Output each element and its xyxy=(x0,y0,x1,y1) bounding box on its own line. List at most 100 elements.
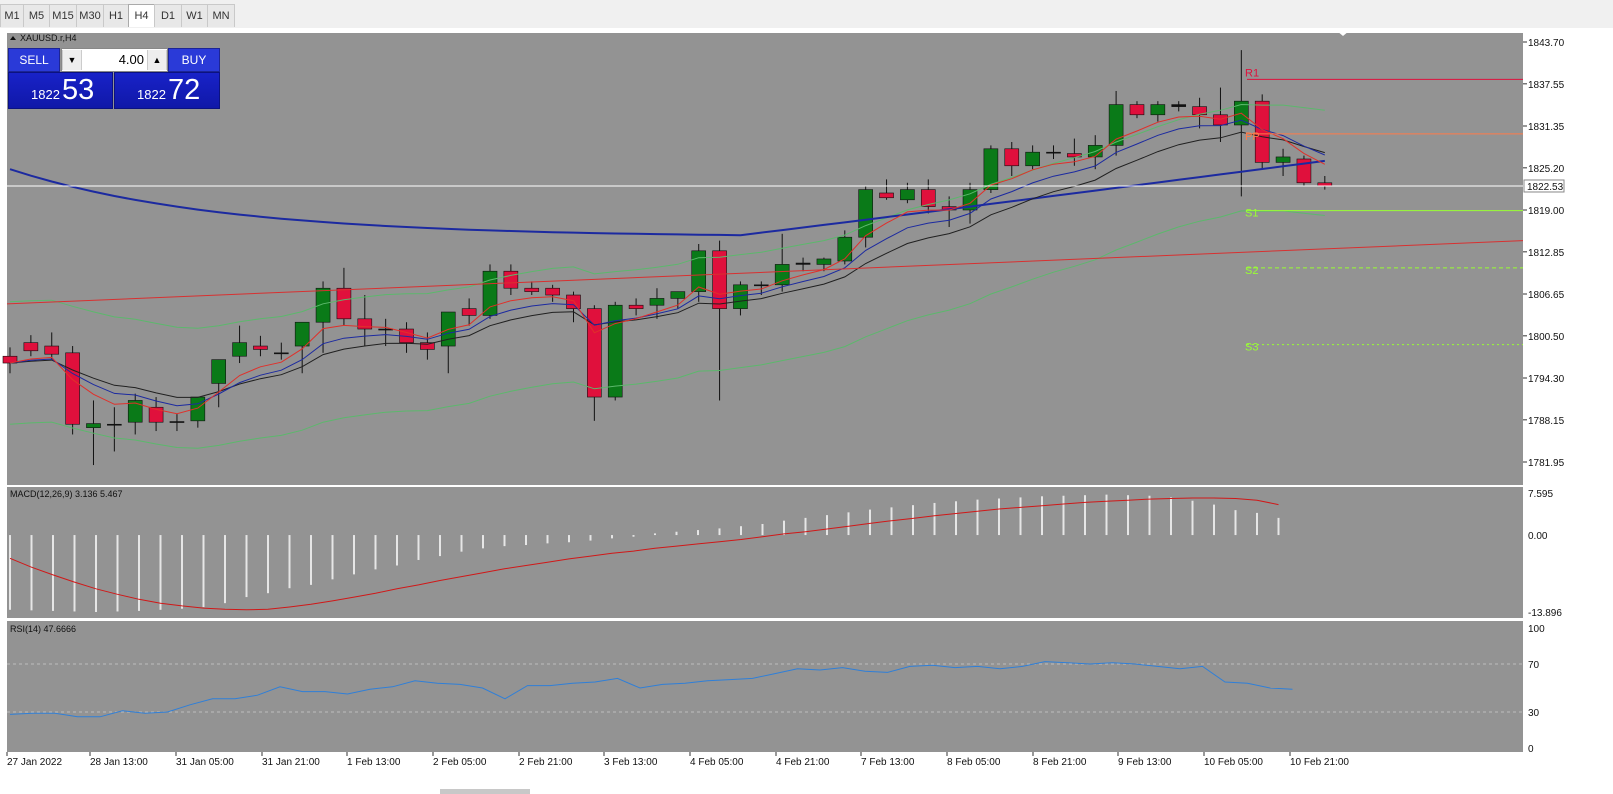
rsi-pane-bg xyxy=(7,621,1523,752)
pivot-label-s3: S3 xyxy=(1245,342,1258,354)
time-axis-label: 31 Jan 05:00 xyxy=(176,757,234,768)
price-axis-label: 1819.00 xyxy=(1528,206,1565,217)
candle-body xyxy=(670,291,686,299)
candle-body xyxy=(879,192,894,199)
candle-body xyxy=(837,236,853,262)
time-axis-label: 27 Jan 2022 xyxy=(7,757,62,768)
price-axis-label: 1788.15 xyxy=(1528,416,1565,427)
candle-body xyxy=(628,304,644,309)
sell-button[interactable]: SELL xyxy=(8,48,60,72)
chart-symbol-label: XAUUSD.r,H4 xyxy=(20,33,77,43)
rsi-axis-label: 0 xyxy=(1528,744,1534,755)
rsi-axis-label: 30 xyxy=(1528,708,1540,719)
time-axis-label: 7 Feb 13:00 xyxy=(861,757,915,768)
timeframe-toolbar: M1 M5 M15 M30 H1 H4 D1 W1 MN xyxy=(0,0,1613,29)
candle-body xyxy=(858,189,873,238)
horizontal-scrollbar[interactable] xyxy=(440,789,530,794)
time-axis-label: 3 Feb 13:00 xyxy=(604,757,658,768)
candle-body xyxy=(378,328,393,331)
candle-body xyxy=(357,318,373,330)
candle-body xyxy=(211,359,226,384)
timeframe-tab-h4[interactable]: H4 xyxy=(128,4,155,27)
lot-size-input[interactable] xyxy=(82,50,144,68)
timeframe-tab-m15[interactable]: M15 xyxy=(49,4,77,27)
time-axis-label: 31 Jan 21:00 xyxy=(262,757,320,768)
candle-body xyxy=(253,345,268,350)
timeframe-tab-h1[interactable]: H1 xyxy=(103,4,129,27)
current-price-label: 1822.53 xyxy=(1527,182,1564,193)
candle-body xyxy=(774,264,790,286)
candle-body xyxy=(795,262,811,265)
candle-body xyxy=(65,352,80,425)
candle-body xyxy=(1213,114,1228,126)
sell-price-box[interactable]: 1822 53 xyxy=(8,72,113,109)
timeframe-tab-d1[interactable]: D1 xyxy=(154,4,182,27)
candle-body xyxy=(1129,104,1145,116)
timeframe-tab-m5[interactable]: M5 xyxy=(23,4,50,27)
candle-body xyxy=(232,342,247,357)
time-axis-label: 8 Feb 05:00 xyxy=(947,757,1001,768)
buy-price-pips: 72 xyxy=(168,74,201,106)
price-axis-label: 1812.85 xyxy=(1528,248,1565,259)
price-axis-label: 1806.65 xyxy=(1528,290,1565,301)
candle-body xyxy=(1275,156,1291,163)
candle-body xyxy=(336,287,352,320)
candle-body xyxy=(1004,148,1020,167)
macd-label: MACD(12,26,9) 3.136 5.467 xyxy=(10,489,123,499)
candle-body xyxy=(503,270,519,289)
candle-body xyxy=(712,250,727,309)
pivot-label-s1: S1 xyxy=(1245,208,1258,220)
timeframe-tab-w1[interactable]: W1 xyxy=(181,4,208,27)
rsi-axis-label: 70 xyxy=(1528,660,1540,671)
candle-body xyxy=(607,304,623,398)
lot-increase-button[interactable]: ▲ xyxy=(147,50,167,70)
candle-body xyxy=(44,345,60,355)
candle-body xyxy=(691,250,707,292)
lot-decrease-button[interactable]: ▼ xyxy=(62,50,82,70)
candle-body xyxy=(1025,151,1040,167)
macd-axis-label: -13.896 xyxy=(1528,608,1562,619)
candle-body xyxy=(482,270,498,316)
time-axis-label: 4 Feb 05:00 xyxy=(690,757,744,768)
sell-price-prefix: 1822 xyxy=(31,87,60,102)
candle-body xyxy=(23,342,39,352)
price-axis-label: 1781.95 xyxy=(1528,458,1565,469)
timeframe-tab-m30[interactable]: M30 xyxy=(76,4,104,27)
chart-area[interactable]: 1843.70 1837.55 1831.35 1825.20 1819.00 1812.… xyxy=(0,28,1613,794)
time-axis-label: 2 Feb 05:00 xyxy=(433,757,487,768)
candle-body xyxy=(754,284,769,287)
price-axis-label: 1843.70 xyxy=(1528,38,1565,49)
macd-axis-label: 7.595 xyxy=(1528,489,1553,500)
candle-body xyxy=(816,258,832,265)
pivot-label-pp: PP xyxy=(1245,131,1260,143)
sell-price-pips: 53 xyxy=(62,74,95,106)
macd-pane-bg xyxy=(7,487,1523,618)
price-axis-label: 1831.35 xyxy=(1528,122,1565,133)
candle-body xyxy=(566,294,581,309)
price-axis-label: 1800.50 xyxy=(1528,332,1565,343)
rsi-axis-label: 100 xyxy=(1528,624,1545,635)
candle-body xyxy=(1171,104,1187,107)
time-axis-label: 2 Feb 21:00 xyxy=(519,757,573,768)
time-axis-label: 28 Jan 13:00 xyxy=(90,757,148,768)
time-axis-label: 8 Feb 21:00 xyxy=(1033,757,1087,768)
timeframe-tab-m1[interactable]: M1 xyxy=(0,4,24,27)
buy-price-prefix: 1822 xyxy=(137,87,166,102)
price-axis-label: 1794.30 xyxy=(1528,374,1565,385)
candle-body xyxy=(649,298,665,306)
candle-body xyxy=(169,421,185,423)
time-axis-label: 1 Feb 13:00 xyxy=(347,757,401,768)
candle-body xyxy=(86,423,101,428)
price-axis-label: 1837.55 xyxy=(1528,80,1565,91)
price-pane-bg xyxy=(7,33,1523,485)
pivot-label-r1: R1 xyxy=(1245,67,1259,79)
timeframe-tab-mn[interactable]: MN xyxy=(207,4,235,27)
candle-body xyxy=(1046,151,1061,154)
time-axis-label: 4 Feb 21:00 xyxy=(776,757,830,768)
buy-price-box[interactable]: 1822 72 xyxy=(114,72,220,109)
one-click-trading-panel: SELL ▼ ▲ BUY 1822 53 1822 72 xyxy=(8,48,220,109)
buy-button[interactable]: BUY xyxy=(168,48,220,72)
pivot-label-s2: S2 xyxy=(1245,265,1258,277)
lot-size-stepper[interactable]: ▼ ▲ xyxy=(61,48,168,72)
candle-body xyxy=(545,287,560,296)
